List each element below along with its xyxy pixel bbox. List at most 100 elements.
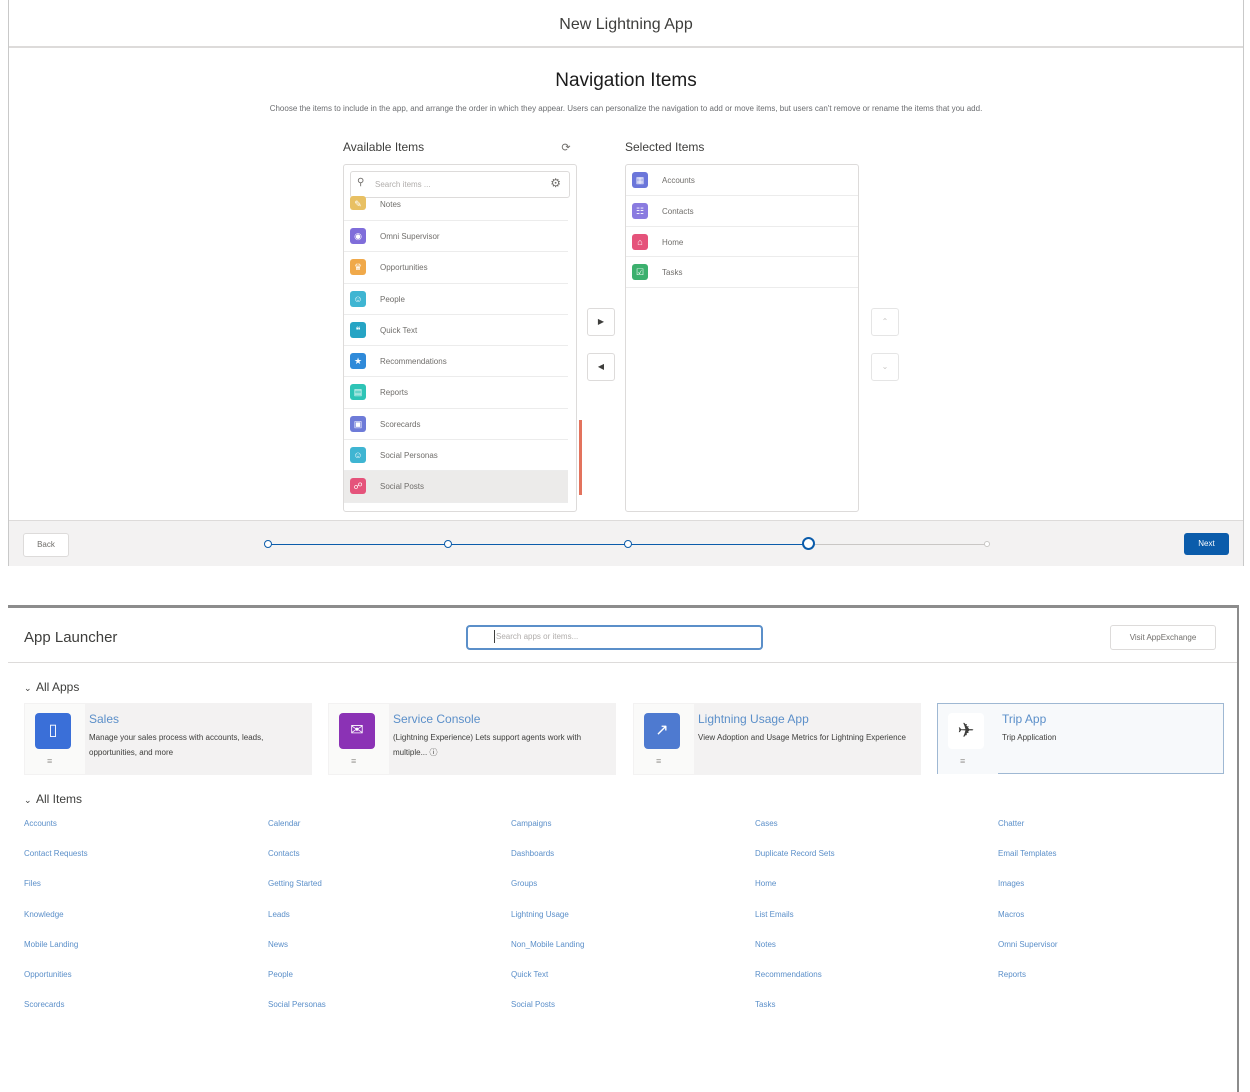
item-link-accounts[interactable]: Accounts: [24, 819, 57, 828]
all-items-toggle[interactable]: ⌄ All Items: [24, 792, 82, 806]
move-right-button[interactable]: ▶: [587, 308, 615, 336]
list-item[interactable]: ◉ Omni Supervisor: [344, 221, 568, 253]
item-link-dashboards[interactable]: Dashboards: [511, 849, 554, 858]
list-item[interactable]: ★ Recommendations: [344, 346, 568, 378]
item-link-home[interactable]: Home: [755, 879, 776, 888]
app-launcher-title: App Launcher: [24, 629, 118, 646]
list-item[interactable]: ☍ Social Posts: [344, 471, 568, 503]
item-link-macros[interactable]: Macros: [998, 910, 1024, 919]
app-name[interactable]: Sales: [89, 712, 119, 726]
list-item[interactable]: ✎ Notes: [344, 196, 568, 221]
item-link-files[interactable]: Files: [24, 879, 41, 888]
report-icon: ▤: [350, 384, 366, 401]
app-name[interactable]: Trip App: [1002, 712, 1046, 726]
item-link-cases[interactable]: Cases: [755, 819, 778, 828]
item-link-chatter[interactable]: Chatter: [998, 819, 1024, 828]
drag-handle-icon[interactable]: ≡: [47, 756, 52, 766]
item-link-campaigns[interactable]: Campaigns: [511, 819, 551, 828]
recommendation-icon: ★: [350, 353, 366, 370]
back-button[interactable]: Back: [23, 533, 69, 557]
drag-handle-icon[interactable]: ≡: [960, 756, 965, 766]
item-link-contact-requests[interactable]: Contact Requests: [24, 849, 88, 858]
list-item[interactable]: ♛ Opportunities: [344, 252, 568, 284]
item-link-lightning-usage[interactable]: Lightning Usage: [511, 910, 569, 919]
progress-step-5[interactable]: [984, 541, 990, 547]
move-down-button[interactable]: ⌄: [871, 353, 899, 381]
list-item[interactable]: ❝ Quick Text: [344, 315, 568, 347]
progress-step-2[interactable]: [444, 540, 452, 548]
list-item[interactable]: ☺ Social Personas: [344, 440, 568, 472]
list-item[interactable]: ▣ Scorecards: [344, 409, 568, 441]
next-button[interactable]: Next: [1184, 533, 1229, 555]
progress-step-3[interactable]: [624, 540, 632, 548]
item-link-social-personas[interactable]: Social Personas: [268, 1000, 326, 1009]
list-item[interactable]: ☷ Contacts: [626, 196, 858, 227]
app-card-sales[interactable]: ▯ ≡ Sales Manage your sales process with ac…: [24, 703, 312, 775]
item-link-reports[interactable]: Reports: [998, 970, 1026, 979]
visit-appexchange-button[interactable]: Visit AppExchange: [1110, 625, 1216, 650]
item-link-scorecards[interactable]: Scorecards: [24, 1000, 64, 1009]
list-item-label: Notes: [380, 200, 401, 209]
refresh-icon[interactable]: ⟳: [559, 141, 573, 155]
all-apps-toggle[interactable]: ⌄ All Apps: [24, 680, 79, 694]
list-item[interactable]: ▤ Reports: [344, 377, 568, 409]
account-icon: ▦: [632, 172, 648, 188]
item-link-list-emails[interactable]: List Emails: [755, 910, 794, 919]
item-link-people[interactable]: People: [268, 970, 293, 979]
item-link-news[interactable]: News: [268, 940, 288, 949]
task-icon: ☑: [632, 264, 648, 281]
item-link-groups[interactable]: Groups: [511, 879, 537, 888]
social-post-icon: ☍: [350, 478, 366, 495]
item-link-leads[interactable]: Leads: [268, 910, 290, 919]
item-link-images[interactable]: Images: [998, 879, 1024, 888]
drag-handle-icon[interactable]: ≡: [656, 756, 661, 766]
list-item[interactable]: ▦ Accounts: [626, 165, 858, 196]
item-link-quick-text[interactable]: Quick Text: [511, 970, 548, 979]
list-item-label: Reports: [380, 388, 409, 398]
item-link-email-templates[interactable]: Email Templates: [998, 849, 1057, 858]
opportunity-icon: ♛: [350, 259, 366, 276]
list-item[interactable]: ⌂ Home: [626, 227, 858, 258]
item-link-non-mobile-landing[interactable]: Non_Mobile Landing: [511, 940, 584, 949]
list-item-label: Opportunities: [380, 263, 428, 273]
search-icon: ⚲: [357, 177, 365, 188]
list-item-label: Omni Supervisor: [380, 232, 440, 241]
app-card-service-console[interactable]: ✉ ≡ Service Console (Lightning Experience) …: [328, 703, 616, 775]
item-link-social-posts[interactable]: Social Posts: [511, 1000, 555, 1009]
chat-icon: ✉: [339, 713, 375, 749]
text-cursor: [494, 630, 495, 643]
available-list-scrollbar[interactable]: [579, 420, 582, 495]
list-item-label: Contacts: [662, 206, 694, 216]
app-name[interactable]: Service Console: [393, 712, 480, 726]
all-items-label: All Items: [36, 792, 83, 806]
chevron-down-icon: ⌄: [24, 683, 32, 693]
app-name[interactable]: Lightning Usage App: [698, 712, 809, 726]
app-card-lightning-usage-app[interactable]: ↗ ≡ Lightning Usage App View Adoption and U…: [633, 703, 921, 775]
item-link-knowledge[interactable]: Knowledge: [24, 910, 64, 919]
item-link-recommendations[interactable]: Recommendations: [755, 970, 822, 979]
move-left-button[interactable]: ◀: [587, 353, 615, 381]
app-tile: ▯ ≡: [25, 704, 85, 774]
info-icon[interactable]: ⓘ: [427, 748, 437, 757]
item-link-opportunities[interactable]: Opportunities: [24, 970, 72, 979]
list-item[interactable]: ☑ Tasks: [626, 257, 858, 289]
item-link-contacts[interactable]: Contacts: [268, 849, 300, 858]
search-apps-input[interactable]: Search apps or items...: [466, 625, 763, 650]
item-link-omni-supervisor[interactable]: Omni Supervisor: [998, 940, 1058, 949]
available-items-search-input[interactable]: ⚲ Search items ... ⚙: [350, 171, 570, 198]
item-link-duplicate-record-sets[interactable]: Duplicate Record Sets: [755, 849, 835, 858]
drag-handle-icon[interactable]: ≡: [351, 756, 356, 766]
app-card-trip-app[interactable]: ✈ ≡ Trip App Trip Application: [937, 703, 1224, 774]
list-item[interactable]: ☺ People: [344, 284, 568, 315]
progress-step-1[interactable]: [264, 540, 272, 548]
item-link-calendar[interactable]: Calendar: [268, 819, 300, 828]
move-up-button[interactable]: ⌃: [871, 308, 899, 336]
item-link-mobile-landing[interactable]: Mobile Landing: [24, 940, 78, 949]
item-link-notes[interactable]: Notes: [755, 940, 776, 949]
item-link-tasks[interactable]: Tasks: [755, 1000, 775, 1009]
settings-icon[interactable]: ⚙: [550, 176, 561, 190]
list-item-label: Scorecards: [380, 419, 421, 429]
progress-step-4-current[interactable]: [802, 537, 815, 550]
wizard-footer: Back Next: [9, 520, 1243, 566]
item-link-getting-started[interactable]: Getting Started: [268, 879, 322, 888]
